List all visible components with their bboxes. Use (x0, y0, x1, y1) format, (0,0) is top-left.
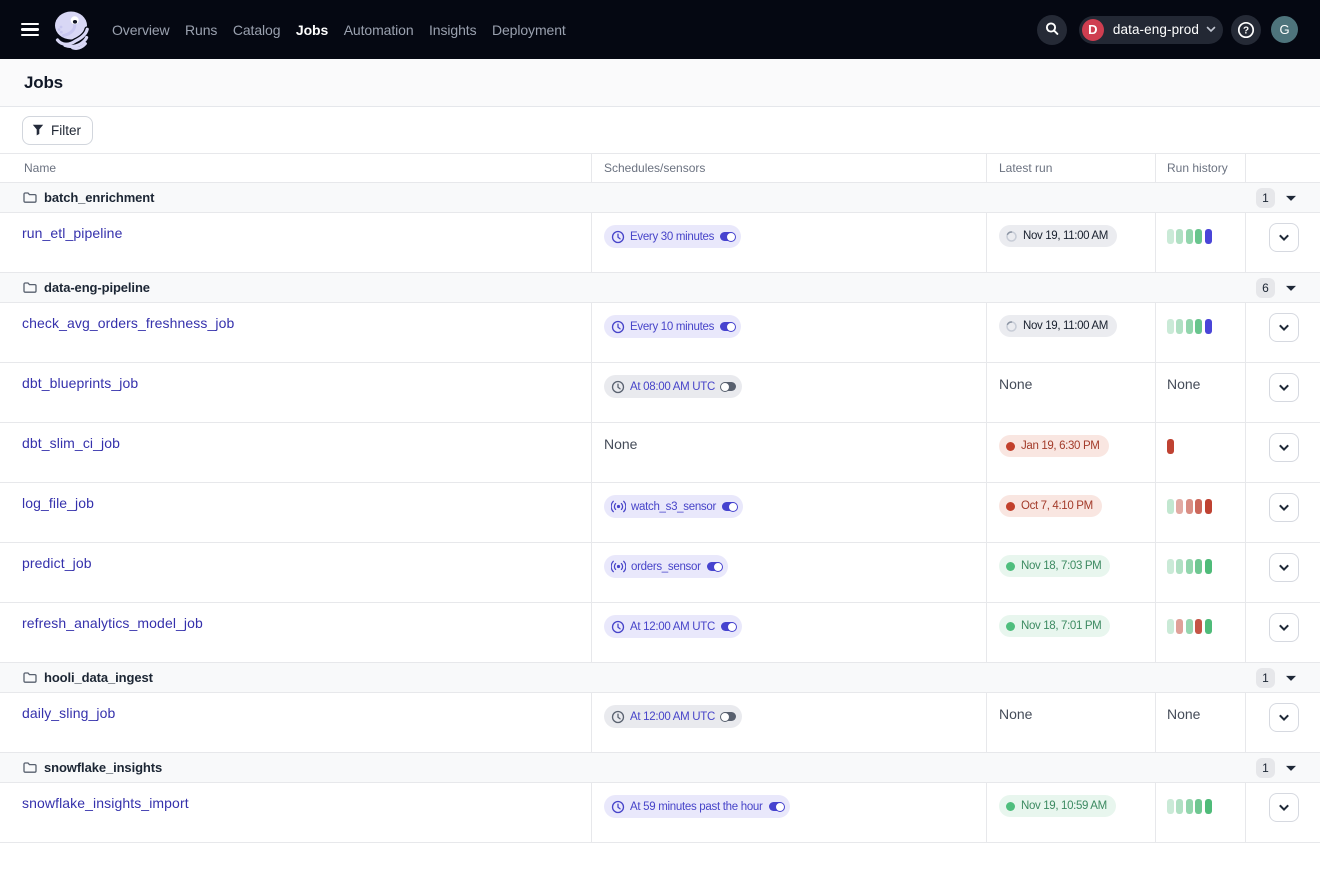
svg-text:?: ? (1243, 25, 1249, 36)
